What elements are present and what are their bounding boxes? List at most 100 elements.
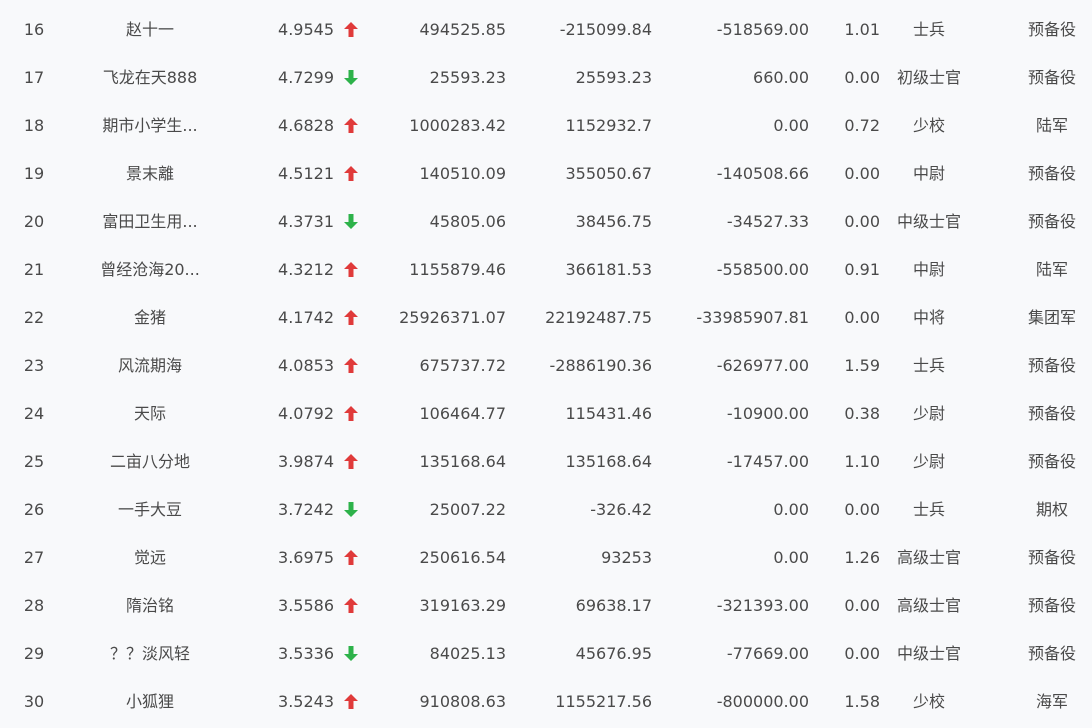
value-4: 0.00 — [844, 644, 880, 663]
value-3: 660.00 — [753, 68, 809, 87]
trader-name[interactable]: ？？淡风轻 — [88, 630, 212, 678]
trader-name[interactable]: 隋治铭 — [88, 582, 212, 630]
value-3: -558500.00 — [716, 260, 809, 279]
trader-name[interactable]: 富田卫生用... — [88, 198, 212, 246]
value-1: 106464.77 — [419, 404, 506, 423]
branch-label: 预备役 — [1027, 548, 1076, 567]
value-3: -34527.33 — [726, 212, 809, 231]
trend-cell — [340, 246, 362, 294]
trend-cell — [340, 582, 362, 630]
table-row[interactable]: 20 富田卫生用... 4.3731 45805.06 38456.75 -34527.3… — [0, 198, 1092, 246]
trader-name[interactable]: 二亩八分地 — [88, 438, 212, 486]
trend-cell — [340, 54, 362, 102]
value-4: 0.72 — [844, 116, 880, 135]
table-row[interactable]: 28 隋治铭 3.5586 319163.29 69638.17 -321393.00 0.… — [0, 582, 1092, 630]
value-3: 0.00 — [773, 548, 809, 567]
score-value: 4.3212 — [278, 260, 334, 279]
table-row[interactable]: 16 赵十一 4.9545 494525.85 -215099.84 -518569.00… — [0, 6, 1092, 54]
trend-cell — [340, 438, 362, 486]
trader-name[interactable]: 飞龙在天888 — [88, 54, 212, 102]
rank-cell: 30 — [23, 692, 45, 711]
value-1: 1155879.46 — [409, 260, 506, 279]
trader-name[interactable]: 小狐狸 — [88, 678, 212, 726]
score-value: 4.3731 — [278, 212, 334, 231]
branch-label: 陆军 — [1035, 260, 1068, 279]
arrow-up-icon — [344, 597, 358, 613]
arrow-up-icon — [344, 21, 358, 37]
table-row[interactable]: 17 飞龙在天888 4.7299 25593.23 25593.23 660.00 0.0… — [0, 54, 1092, 102]
trader-name[interactable]: 风流期海 — [88, 342, 212, 390]
table-row[interactable]: 30 小狐狸 3.5243 910808.63 1155217.56 -800000.00… — [0, 678, 1092, 726]
arrow-up-icon — [344, 357, 358, 373]
rank-cell: 23 — [23, 356, 45, 375]
military-rank: 中将 — [912, 308, 945, 327]
value-2: 1152932.7 — [565, 116, 652, 135]
military-rank: 少尉 — [912, 452, 945, 471]
value-3: -33985907.81 — [696, 308, 809, 327]
military-rank: 中尉 — [912, 260, 945, 279]
table-row[interactable]: 21 曾经沧海20... 4.3212 1155879.46 366181.53 -558… — [0, 246, 1092, 294]
value-2: 1155217.56 — [555, 692, 652, 711]
value-1: 135168.64 — [419, 452, 506, 471]
trader-name[interactable]: 景末離 — [88, 150, 212, 198]
score-value: 3.5586 — [278, 596, 334, 615]
arrow-up-icon — [344, 309, 358, 325]
trend-cell — [340, 630, 362, 678]
score-value: 4.7299 — [278, 68, 334, 87]
value-2: 115431.46 — [565, 404, 652, 423]
branch-label: 预备役 — [1027, 20, 1076, 39]
value-4: 0.91 — [844, 260, 880, 279]
table-row[interactable]: 18 期市小学生... 4.6828 1000283.42 1152932.7 0.00 0… — [0, 102, 1092, 150]
trader-name[interactable]: 金猪 — [88, 294, 212, 342]
value-3: -77669.00 — [726, 644, 809, 663]
table-row[interactable]: 24 天际 4.0792 106464.77 115431.46 -10900.00 0.3… — [0, 390, 1092, 438]
branch-label: 预备役 — [1027, 356, 1076, 375]
military-rank: 少校 — [912, 116, 945, 135]
arrow-up-icon — [344, 165, 358, 181]
value-2: 93253 — [601, 548, 652, 567]
table-row[interactable]: 23 风流期海 4.0853 675737.72 -2886190.36 -626977.… — [0, 342, 1092, 390]
trader-name[interactable]: 曾经沧海20... — [88, 246, 212, 294]
branch-label: 集团军 — [1027, 308, 1076, 327]
trader-name[interactable]: 天际 — [88, 390, 212, 438]
branch-label: 预备役 — [1027, 68, 1076, 87]
branch-label: 预备役 — [1027, 164, 1076, 183]
value-1: 25007.22 — [429, 500, 506, 519]
branch-label: 预备役 — [1027, 452, 1076, 471]
value-2: -326.42 — [590, 500, 652, 519]
table-row[interactable]: 22 金猪 4.1742 25926371.07 22192487.75 -3398590… — [0, 294, 1092, 342]
trend-cell — [340, 342, 362, 390]
value-4: 0.00 — [844, 596, 880, 615]
value-1: 140510.09 — [419, 164, 506, 183]
trader-name[interactable]: 一手大豆 — [88, 486, 212, 534]
value-3: -140508.66 — [716, 164, 809, 183]
table-row[interactable]: 25 二亩八分地 3.9874 135168.64 135168.64 -17457.00… — [0, 438, 1092, 486]
value-1: 494525.85 — [419, 20, 506, 39]
table-row[interactable]: 27 觉远 3.6975 250616.54 93253 0.00 1.26 高级士官 预备役 — [0, 534, 1092, 582]
military-rank: 中尉 — [912, 164, 945, 183]
value-1: 45805.06 — [429, 212, 506, 231]
value-4: 0.00 — [844, 164, 880, 183]
value-4: 0.38 — [844, 404, 880, 423]
value-2: 135168.64 — [565, 452, 652, 471]
branch-label: 预备役 — [1027, 212, 1076, 231]
rank-cell: 17 — [23, 68, 45, 87]
branch-label: 预备役 — [1027, 596, 1076, 615]
rank-cell: 20 — [23, 212, 45, 231]
table-row[interactable]: 29 ？？淡风轻 3.5336 84025.13 45676.95 -77669.00 0.… — [0, 630, 1092, 678]
score-value: 3.5336 — [278, 644, 334, 663]
rank-cell: 26 — [23, 500, 45, 519]
arrow-down-icon — [344, 69, 358, 85]
table-row[interactable]: 19 景末離 4.5121 140510.09 355050.67 -140508.66 0… — [0, 150, 1092, 198]
trader-name[interactable]: 期市小学生... — [88, 102, 212, 150]
trader-name[interactable]: 觉远 — [88, 534, 212, 582]
score-value: 4.5121 — [278, 164, 334, 183]
score-value: 3.5243 — [278, 692, 334, 711]
military-rank: 高级士官 — [896, 548, 961, 567]
trader-name[interactable]: 赵十一 — [88, 6, 212, 54]
value-2: 25593.23 — [575, 68, 652, 87]
value-1: 250616.54 — [419, 548, 506, 567]
arrow-up-icon — [344, 549, 358, 565]
table-row[interactable]: 26 一手大豆 3.7242 25007.22 -326.42 0.00 0.00 士兵 期权 — [0, 486, 1092, 534]
military-rank: 士兵 — [912, 356, 945, 375]
